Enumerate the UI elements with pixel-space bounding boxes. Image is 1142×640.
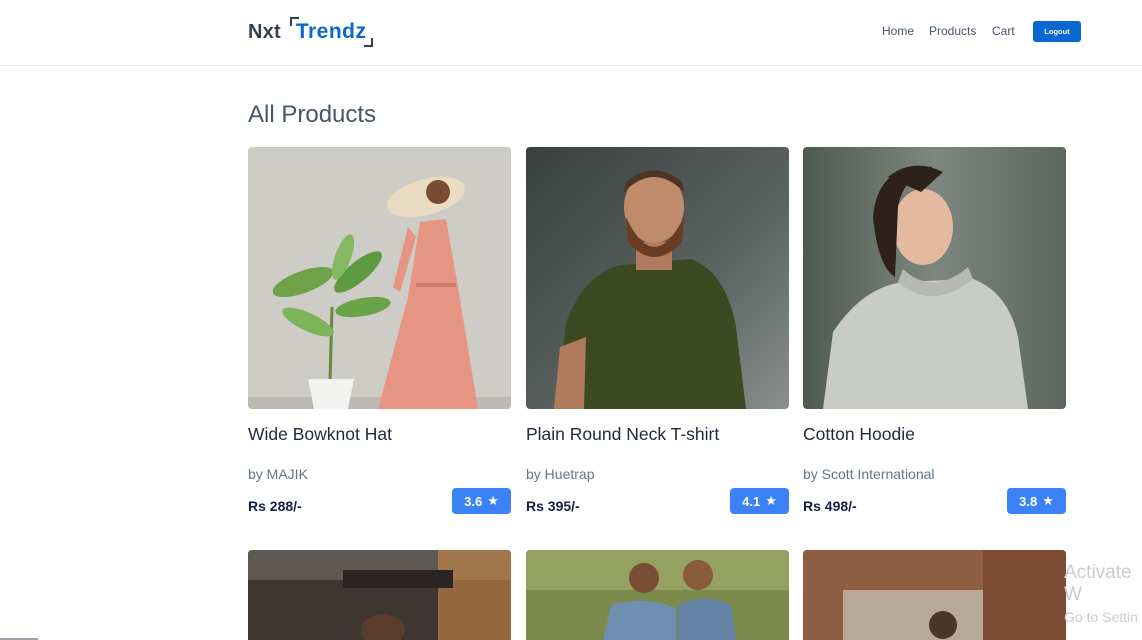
product-price: Rs 288/- [248,498,302,514]
product-brand: by MAJIK [248,466,308,482]
product-image[interactable] [526,550,789,640]
product-image[interactable] [526,147,789,409]
navbar: Nxt Trendz Home Products Cart Logout [0,0,1142,66]
product-image[interactable] [248,147,511,409]
product-card[interactable] [248,550,511,640]
nav-link-products[interactable]: Products [929,24,976,38]
rating-badge: 3.6 ★ [452,488,511,514]
product-price: Rs 498/- [803,498,857,514]
watermark-line-1: Activate W [1064,562,1132,605]
rating-badge: 3.8 ★ [1007,488,1066,514]
bracket-bottom-right-icon [363,38,373,47]
product-price: Rs 395/- [526,498,580,514]
logo-bracket-frame: Trendz [289,17,373,47]
product-image[interactable] [803,147,1066,409]
nav-link-home[interactable]: Home [882,24,914,38]
star-icon: ★ [1042,493,1054,508]
page-title: All Products [248,101,377,128]
product-image[interactable] [803,550,1066,640]
rating-value: 4.1 [742,493,761,509]
product-title[interactable]: Plain Round Neck T-shirt [526,424,719,445]
product-brand: by Huetrap [526,466,595,482]
rating-badge: 4.1 ★ [730,488,789,514]
product-brand: by Scott International [803,466,935,482]
rating-value: 3.8 [1019,493,1038,509]
product-title[interactable]: Wide Bowknot Hat [248,424,392,445]
rating-value: 3.6 [464,493,483,509]
logo-text-trendz: Trendz [295,20,367,43]
product-card[interactable]: Cotton Hoodie by Scott International Rs … [803,147,1066,514]
logout-button[interactable]: Logout [1033,21,1081,42]
logo-text-nxt: Nxt [248,20,281,43]
watermark-line-2: Go to Settin [1064,609,1138,625]
product-title[interactable]: Cotton Hoodie [803,424,915,445]
product-card[interactable] [526,550,789,640]
product-image[interactable] [248,550,511,640]
product-card[interactable] [803,550,1066,640]
nav-link-cart[interactable]: Cart [992,24,1015,38]
star-icon: ★ [487,493,499,508]
product-card[interactable]: Plain Round Neck T-shirt by Huetrap Rs 3… [526,147,789,514]
product-card[interactable]: Wide Bowknot Hat by MAJIK Rs 288/- 3.6 ★ [248,147,511,514]
windows-activation-watermark: Activate W Go to Settin [1064,562,1142,628]
star-icon: ★ [765,493,777,508]
bracket-top-left-icon [289,17,299,26]
website-logo[interactable]: Nxt Trendz [248,16,373,48]
